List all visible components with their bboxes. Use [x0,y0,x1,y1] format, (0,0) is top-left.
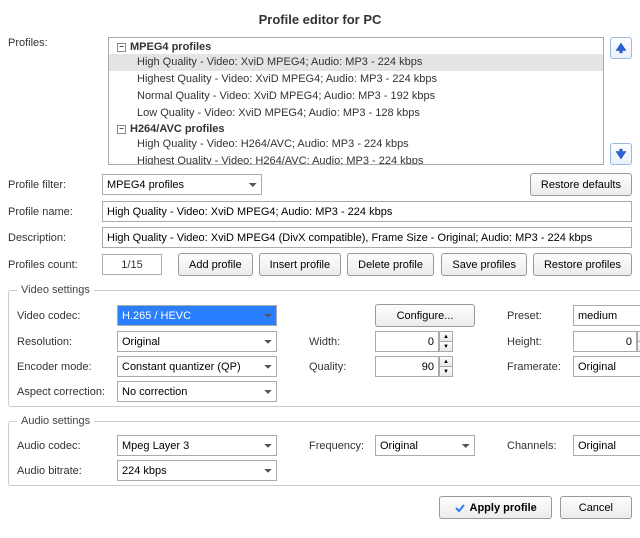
audio-settings-group: Audio settings Audio codec: Mpeg Layer 3… [8,415,640,486]
preset-label: Preset: [507,310,567,322]
video-codec-label: Video codec: [17,310,111,322]
spin-down-icon[interactable]: ▼ [439,341,453,352]
name-label: Profile name: [8,206,102,218]
tree-item[interactable]: High Quality - Video: H264/AVC; Audio: M… [109,136,603,153]
page-title: Profile editor for PC [8,12,632,27]
add-profile-button[interactable]: Add profile [178,253,253,276]
profiles-label: Profiles: [8,37,102,165]
framerate-label: Framerate: [507,361,567,373]
collapse-icon[interactable]: − [117,43,126,52]
preset-select[interactable]: medium [573,305,640,326]
profile-name-input[interactable] [102,201,632,222]
tree-item[interactable]: Low Quality - Video: XviD MPEG4; Audio: … [109,105,603,122]
restore-profiles-button[interactable]: Restore profiles [533,253,632,276]
arrow-up-icon [615,42,627,54]
profile-filter-select[interactable]: MPEG4 profiles [102,174,262,195]
quality-label: Quality: [309,361,369,373]
spin-down-icon[interactable]: ▼ [439,366,453,377]
audio-bitrate-label: Audio bitrate: [17,465,111,477]
profiles-count-display: 1/15 [102,254,162,275]
width-stepper[interactable]: ▲▼ [375,331,475,352]
move-up-button[interactable] [610,37,632,59]
profiles-tree[interactable]: − MPEG4 profiles High Quality - Video: X… [108,37,604,165]
spin-up-icon[interactable]: ▲ [439,331,453,341]
apply-profile-button[interactable]: Apply profile [439,496,552,519]
check-icon [454,502,466,514]
tree-item[interactable]: Highest Quality - Video: XviD MPEG4; Aud… [109,71,603,88]
configure-button[interactable]: Configure... [375,304,475,327]
arrow-down-icon [615,148,627,160]
channels-select[interactable]: Original [573,435,640,456]
audio-bitrate-select[interactable]: 224 kbps [117,460,277,481]
save-profiles-button[interactable]: Save profiles [441,253,527,276]
video-settings-group: Video settings Video codec: H.265 / HEVC… [8,284,640,407]
encoder-mode-select[interactable]: Constant quantizer (QP) [117,356,277,377]
height-stepper[interactable]: ▲▼ [573,331,640,352]
move-down-button[interactable] [610,143,632,165]
video-settings-legend: Video settings [17,284,94,296]
encoder-mode-label: Encoder mode: [17,361,111,373]
insert-profile-button[interactable]: Insert profile [259,253,342,276]
frequency-label: Frequency: [309,440,369,452]
channels-label: Channels: [507,440,567,452]
tree-item[interactable]: High Quality - Video: XviD MPEG4; Audio:… [109,54,603,71]
height-label: Height: [507,336,567,348]
delete-profile-button[interactable]: Delete profile [347,253,434,276]
tree-item[interactable]: Highest Quality - Video: H264/AVC; Audio… [109,153,603,165]
tree-group-h264[interactable]: − H264/AVC profiles [109,122,603,136]
description-input[interactable] [102,227,632,248]
spin-up-icon[interactable]: ▲ [439,356,453,366]
tree-group-mpeg4[interactable]: − MPEG4 profiles [109,40,603,54]
frequency-select[interactable]: Original [375,435,475,456]
audio-codec-label: Audio codec: [17,440,111,452]
cancel-button[interactable]: Cancel [560,496,632,519]
width-label: Width: [309,336,369,348]
audio-codec-select[interactable]: Mpeg Layer 3 [117,435,277,456]
framerate-select[interactable]: Original [573,356,640,377]
collapse-icon[interactable]: − [117,125,126,134]
video-codec-select[interactable]: H.265 / HEVC [117,305,277,326]
filter-label: Profile filter: [8,179,102,191]
resolution-label: Resolution: [17,336,111,348]
tree-item[interactable]: Normal Quality - Video: XviD MPEG4; Audi… [109,88,603,105]
count-label: Profiles count: [8,259,102,271]
audio-settings-legend: Audio settings [17,415,94,427]
restore-defaults-button[interactable]: Restore defaults [530,173,632,196]
resolution-select[interactable]: Original [117,331,277,352]
aspect-label: Aspect correction: [17,386,111,398]
quality-stepper[interactable]: ▲▼ [375,356,475,377]
description-label: Description: [8,232,102,244]
aspect-select[interactable]: No correction [117,381,277,402]
